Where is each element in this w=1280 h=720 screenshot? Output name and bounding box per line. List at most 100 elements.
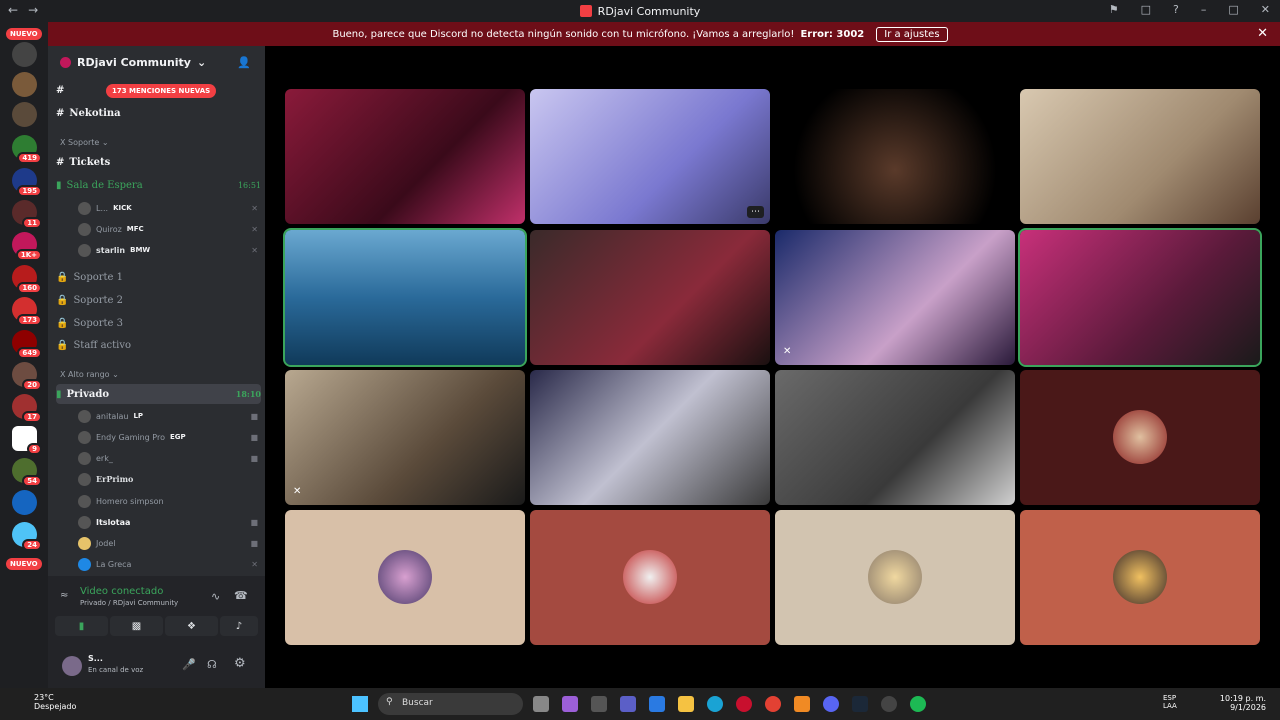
- server-icon[interactable]: 173: [12, 297, 42, 326]
- server-icon[interactable]: 160: [12, 265, 42, 294]
- server-icon[interactable]: 9: [12, 426, 42, 455]
- noise-suppression-icon[interactable]: ∿: [211, 590, 220, 603]
- clock[interactable]: 10:19 p. m. 9/1/2026: [1220, 694, 1266, 712]
- channel-tickets[interactable]: # Tickets: [56, 152, 261, 172]
- discord-icon[interactable]: [823, 696, 839, 712]
- copilot-icon[interactable]: [562, 696, 578, 712]
- task-view-icon[interactable]: [533, 696, 549, 712]
- headphones-icon[interactable]: ☊: [207, 658, 217, 671]
- channel-soporte-1[interactable]: 🔒 Soporte 1: [56, 267, 261, 287]
- app-icon[interactable]: [794, 696, 810, 712]
- video-tile[interactable]: ⋯: [530, 89, 770, 224]
- server-icon[interactable]: 195: [12, 168, 42, 197]
- voice-user[interactable]: erk_ ■: [78, 448, 258, 468]
- server-icon[interactable]: 54: [12, 458, 42, 487]
- channel-staff-activo[interactable]: 🔒 Staff activo: [56, 335, 261, 355]
- server-icon[interactable]: 11: [12, 200, 42, 229]
- avatar-tile[interactable]: [1020, 510, 1260, 645]
- weather-widget[interactable]: 23°C Despejado: [14, 693, 76, 711]
- avatar-tile[interactable]: [285, 510, 525, 645]
- video-tile[interactable]: [283, 228, 527, 367]
- windows-start-icon[interactable]: [352, 696, 368, 712]
- steam-icon[interactable]: [852, 696, 868, 712]
- avatar-tile[interactable]: [530, 510, 770, 645]
- voice-user[interactable]: anitalau LP ■: [78, 406, 258, 426]
- app-icon[interactable]: [591, 696, 607, 712]
- channel-privado[interactable]: ▮ Privado 18:10: [56, 384, 261, 404]
- voice-user[interactable]: ErPrimo: [78, 469, 258, 489]
- server-icon[interactable]: 649: [12, 330, 42, 359]
- teams-icon[interactable]: [620, 696, 636, 712]
- self-user-name[interactable]: S...: [88, 654, 103, 663]
- voice-status[interactable]: Video conectado: [80, 586, 163, 597]
- category-soporte[interactable]: X Soporte ⌄: [60, 138, 109, 147]
- server-icon[interactable]: 17: [12, 394, 42, 423]
- file-explorer-icon[interactable]: [678, 696, 694, 712]
- voice-location[interactable]: Privado / RDjavi Community: [80, 599, 178, 607]
- channel-soporte-2[interactable]: 🔒 Soporte 2: [56, 290, 261, 310]
- voice-user[interactable]: Quiroz MFC ✕: [78, 219, 258, 239]
- camera-button[interactable]: ▮: [55, 616, 108, 636]
- screen-share-button[interactable]: ▩: [110, 616, 163, 636]
- category-label: Soporte: [68, 138, 100, 147]
- avatar[interactable]: [62, 656, 82, 676]
- video-tile[interactable]: [1018, 228, 1262, 367]
- video-tile[interactable]: [285, 89, 525, 224]
- disconnect-icon[interactable]: ☎: [234, 589, 248, 602]
- channel-sala-de-espera[interactable]: ▮ Sala de Espera 16:51: [56, 175, 261, 195]
- voice-user[interactable]: Endy Gaming Pro EGP ■: [78, 427, 258, 447]
- voice-user[interactable]: starlin BMW ✕: [78, 240, 258, 260]
- close-window-icon[interactable]: ✕: [1261, 3, 1270, 16]
- more-icon[interactable]: ⋯: [747, 206, 764, 218]
- forward-icon[interactable]: →: [28, 3, 38, 17]
- server-icon[interactable]: 20: [12, 362, 42, 391]
- gear-icon[interactable]: ⚙: [234, 656, 246, 671]
- inbox-icon[interactable]: ⚑: [1109, 3, 1119, 16]
- video-tile[interactable]: [1020, 89, 1260, 224]
- edge-icon[interactable]: [707, 696, 723, 712]
- server-icon[interactable]: [12, 490, 37, 515]
- mentions-badge[interactable]: 173 MENCIONES NUEVAS: [106, 84, 217, 98]
- server-icon[interactable]: 419: [12, 135, 42, 164]
- video-tile[interactable]: ✕: [285, 370, 525, 505]
- server-icon[interactable]: 1K+: [12, 232, 42, 261]
- store-icon[interactable]: [649, 696, 665, 712]
- category-alto-rango[interactable]: X Alto rango ⌄: [60, 370, 119, 379]
- channel-nekotina[interactable]: # Nekotina: [56, 103, 261, 123]
- video-tile[interactable]: [775, 89, 1015, 224]
- video-tile[interactable]: [775, 370, 1015, 505]
- banner-close-icon[interactable]: ✕: [1257, 26, 1268, 41]
- video-tile[interactable]: [530, 230, 770, 365]
- soundboard-button[interactable]: ♪: [220, 616, 258, 636]
- voice-user[interactable]: Jodel ■: [78, 533, 258, 553]
- screen-icon[interactable]: □: [1141, 3, 1151, 16]
- voice-user[interactable]: Homero simpson: [78, 491, 258, 511]
- invite-icon[interactable]: 👤: [237, 56, 251, 69]
- help-icon[interactable]: ?: [1173, 3, 1179, 16]
- avatar-tile[interactable]: [775, 510, 1015, 645]
- mic-icon[interactable]: 🎤: [182, 658, 196, 671]
- voice-user[interactable]: La Greca ✕: [78, 554, 258, 574]
- video-tile[interactable]: ✕: [775, 230, 1015, 365]
- video-tile[interactable]: [530, 370, 770, 505]
- voice-user[interactable]: Itslotaa ■: [78, 512, 258, 532]
- voice-user[interactable]: L... KICK ✕: [78, 198, 258, 218]
- spotify-icon[interactable]: [910, 696, 926, 712]
- activities-button[interactable]: ❖: [165, 616, 218, 636]
- chrome-icon[interactable]: [765, 696, 781, 712]
- server-icon[interactable]: [12, 102, 37, 127]
- server-header[interactable]: RDjavi Community ⌄ 👤: [48, 46, 265, 78]
- minimize-icon[interactable]: –: [1201, 3, 1207, 16]
- server-icon[interactable]: [12, 72, 37, 97]
- opera-icon[interactable]: [736, 696, 752, 712]
- server-icon[interactable]: [12, 42, 37, 67]
- language-indicator[interactable]: ESP LAA: [1163, 694, 1177, 710]
- avatar-tile[interactable]: [1020, 370, 1260, 505]
- channel-soporte-3[interactable]: 🔒 Soporte 3: [56, 313, 261, 333]
- maximize-icon[interactable]: □: [1228, 3, 1238, 16]
- taskbar-search[interactable]: ⚲ Buscar: [378, 693, 523, 715]
- app-icon[interactable]: [881, 696, 897, 712]
- back-icon[interactable]: ←: [8, 3, 18, 17]
- server-icon[interactable]: 24: [12, 522, 42, 551]
- settings-button[interactable]: Ir a ajustes: [876, 26, 948, 42]
